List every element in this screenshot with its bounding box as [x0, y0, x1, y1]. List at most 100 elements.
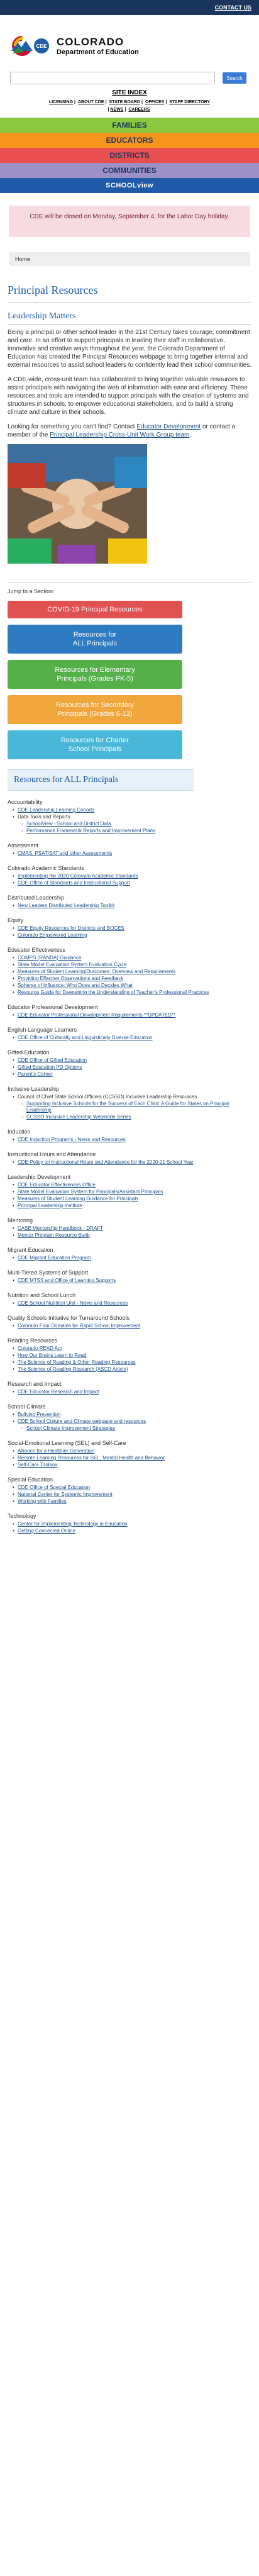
resource-link[interactable]: Principal Leadership Institute	[18, 1203, 82, 1208]
resource-link[interactable]: Mentor Program Resource Bank	[18, 1232, 90, 1238]
list-item: Mentor Program Resource Bank	[8, 1232, 251, 1239]
state-board-link[interactable]: STATE BOARD	[109, 100, 141, 104]
resource-link[interactable]: Performance Framework Reports and Improv…	[26, 828, 155, 834]
resource-link[interactable]: CASE Mentorship Handbook - DRAFT	[18, 1225, 103, 1231]
resource-link[interactable]: Implementing the 2020 Colorado Academic …	[18, 873, 138, 879]
charter-principals-button[interactable]: Resources for Charter School Principals	[8, 730, 182, 759]
category-heading: Gifted Education	[8, 1049, 50, 1056]
resource-link[interactable]: CDE Equity Resources for Districts and B…	[18, 925, 124, 931]
resource-link[interactable]: CDE Educator Research and Impact	[18, 1389, 99, 1395]
resource-link[interactable]: Colorado Four Domains for Rapid School I…	[18, 1323, 140, 1329]
resource-link[interactable]: Measures of Student Learning Guidance fo…	[18, 1196, 138, 1202]
resource-link[interactable]: CDE Educator Effectiveness Office	[18, 1182, 96, 1188]
work-group-link[interactable]: Principal Leadership Cross-Unit Work Gro…	[50, 432, 189, 438]
list-item: Council of Chief State School Officers (…	[8, 1094, 251, 1100]
nav-educators[interactable]: EDUCATORS	[0, 133, 259, 148]
all-principals-button[interactable]: Resources for ALL Principals	[8, 625, 182, 654]
list-item: Working with Families	[8, 1498, 251, 1505]
category-heading: Social-Emotional Learning (SEL) and Self…	[8, 1440, 126, 1446]
list-item: Alliance for a Healthier Generation	[8, 1448, 251, 1454]
category-heading: Multi-Tiered Systems of Support	[8, 1269, 89, 1276]
resource-link[interactable]: Alliance for a Healthier Generation	[18, 1448, 94, 1454]
covid-19-resources-button[interactable]: COVID-19 Principal Resources	[8, 601, 182, 618]
list-item: CCSSO Inclusive Leadership Webinode Seri…	[8, 1114, 251, 1120]
resource-link[interactable]: CCSSO Inclusive Leadership Webinode Seri…	[26, 1114, 131, 1120]
resource-link[interactable]: CMAS, PSAT/SAT and other Assessments	[18, 850, 112, 856]
nav-schoolview[interactable]: SCHOOLview	[0, 178, 259, 193]
elementary-principals-button[interactable]: Resources for Elementary Principals (Grad…	[8, 660, 182, 689]
contact-us-link[interactable]: CONTACT US	[215, 4, 251, 11]
resource-link[interactable]: The Science of Reading & Other Reading R…	[18, 1359, 136, 1365]
list-item: Colorado Empowered Learning	[8, 932, 251, 939]
list-item: CDE School Culture and Climate webpage a…	[8, 1419, 251, 1425]
about-cde-link[interactable]: ABOUT CDE	[78, 100, 104, 104]
resource-link[interactable]: Resource Guide for Deepening the Underst…	[18, 990, 209, 995]
resource-link[interactable]: Measures of Student Learning/Outcomes: O…	[18, 969, 175, 974]
list-item: Colorado READ Act	[8, 1346, 251, 1352]
utility-links: LICENSING | ABOUT CDE | STATE BOARD | OFFIC…	[48, 100, 211, 112]
category-list: CDE Educator Professional Development Re…	[8, 1012, 251, 1018]
closure-alert: CDE will be closed on Monday, September …	[9, 206, 250, 237]
careers-link[interactable]: CAREERS	[128, 108, 150, 112]
category-list: CDE MTSS and Office of Learning Supports	[8, 1278, 251, 1284]
resource-label: Council of Chief State School Officers (…	[18, 1094, 197, 1100]
resource-link[interactable]: State Model Evaluation System for Princi…	[18, 1189, 163, 1195]
nav-communities[interactable]: COMMUNITIES	[0, 163, 259, 178]
resource-link[interactable]: CDE MTSS and Office of Learning Supports	[18, 1278, 116, 1283]
search-input[interactable]	[10, 72, 215, 84]
licensing-link[interactable]: LICENSING	[49, 100, 73, 104]
resource-link[interactable]: Colorado Empowered Learning	[18, 932, 87, 938]
educator-development-link[interactable]: Educator Development	[136, 423, 201, 430]
list-item: CDE MTSS and Office of Learning Supports	[8, 1278, 251, 1284]
resource-link[interactable]: COMPS (RANDA) Guidance	[18, 955, 81, 961]
resource-link[interactable]: New Leaders Distributed Leadership Toolk…	[18, 903, 114, 908]
p3-text-c: .	[189, 432, 192, 438]
nav-families[interactable]: FAMILIES	[0, 118, 259, 133]
nav-districts[interactable]: DISTRICTS	[0, 148, 259, 163]
resource-link[interactable]: Remote Learning Resources for SEL, Menta…	[18, 1455, 165, 1461]
list-item: Measures of Student Learning/Outcomes: O…	[8, 969, 251, 975]
category-heading: Equity	[8, 917, 24, 923]
resource-link[interactable]: Parent's Corner	[18, 1071, 53, 1077]
resource-link[interactable]: Spheres of Influence: Who Does and Decid…	[18, 983, 133, 988]
list-item: CDE Educator Research and Impact	[8, 1389, 251, 1395]
resource-link[interactable]: CDE Office of Culturally and Linguistica…	[18, 1035, 153, 1040]
site-index-link[interactable]: SITE INDEX	[112, 89, 147, 96]
resource-link[interactable]: The Science of Reading Research (ASCD Ar…	[18, 1366, 128, 1372]
resource-link[interactable]: CDE School Culture and Climate webpage a…	[18, 1419, 146, 1424]
resource-link[interactable]: National Center for Systemic Improvement	[18, 1492, 113, 1497]
resource-link[interactable]: Working with Families	[18, 1498, 67, 1504]
resource-link[interactable]: SchoolView - School and District Data	[26, 821, 111, 827]
resource-link[interactable]: Supporting Inclusive Schools for the Suc…	[26, 1101, 229, 1113]
category-heading: Quality Schools Initiative for Turnaroun…	[8, 1315, 130, 1321]
resource-link[interactable]: CDE Migrant Education Program	[18, 1255, 91, 1261]
resource-link[interactable]: Center for Implementing Technology in Ed…	[18, 1521, 128, 1527]
breadcrumb-home[interactable]: Home	[15, 256, 30, 262]
resource-link[interactable]: CDE Office of Special Education	[18, 1485, 90, 1490]
resource-link[interactable]: State Model Evaluation System Evaluation…	[18, 962, 126, 967]
resource-link[interactable]: School Climate Improvement Strategies	[26, 1425, 115, 1431]
cde-logo[interactable]: CDE COLORADO Department of Education	[0, 15, 259, 63]
resource-link[interactable]: CDE Policy on Instructional Hours and At…	[18, 1159, 194, 1165]
resource-link[interactable]: CDE Leadership Learning Cohorts	[18, 807, 94, 813]
resource-link[interactable]: Colorado READ Act	[18, 1346, 62, 1351]
resource-link[interactable]: CDE Induction Programs - News and Resour…	[18, 1137, 126, 1142]
resource-link[interactable]: Getting Connected Online	[18, 1528, 75, 1534]
resource-link[interactable]: CDE Office of Gifted Education	[18, 1057, 87, 1063]
secondary-principals-button[interactable]: Resources for Secondary Principals (Grade…	[8, 695, 182, 724]
resource-link[interactable]: CDE Office of Standards and Instructiona…	[18, 880, 130, 886]
resource-link[interactable]: How Our Brains Learn to Read	[18, 1352, 86, 1358]
news-link[interactable]: NEWS	[110, 108, 123, 112]
resource-link[interactable]: Providing Effective Observations and Fee…	[18, 976, 123, 981]
offices-link[interactable]: OFFICES	[145, 100, 164, 104]
resource-link[interactable]: Self-Care Toolbox	[18, 1462, 57, 1468]
resource-link[interactable]: Gifted Education PD Options	[18, 1064, 82, 1070]
list-item: CDE Office of Standards and Instructiona…	[8, 880, 251, 886]
category-heading: Inclusive Leadership	[8, 1086, 60, 1092]
resource-link[interactable]: CDE Educator Professional Development Re…	[18, 1012, 175, 1018]
search-button[interactable]: Search	[223, 72, 246, 84]
resource-link[interactable]: Bullying Prevention	[18, 1412, 60, 1417]
resource-link[interactable]: CDE School Nutrition Unit - News and Res…	[18, 1300, 128, 1306]
leadership-heading: Leadership Matters	[8, 311, 76, 321]
staff-directory-link[interactable]: STAFF DIRECTORY	[169, 100, 210, 104]
